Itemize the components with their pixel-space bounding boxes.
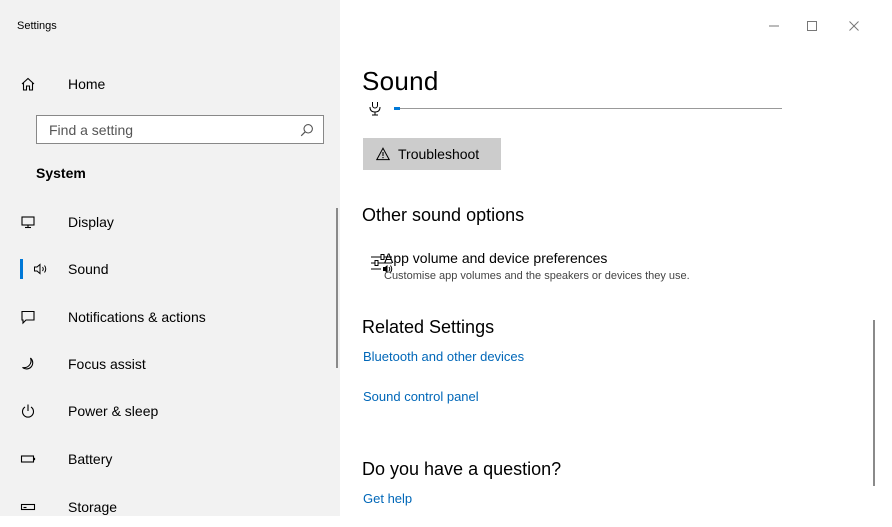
related-settings-heading: Related Settings (362, 317, 495, 337)
active-indicator (20, 259, 23, 279)
sidebar-item-power-sleep[interactable]: Power & sleep (0, 391, 330, 431)
notification-icon (19, 308, 37, 326)
search-input[interactable] (37, 116, 287, 143)
sidebar-item-sound[interactable]: Sound (0, 249, 330, 289)
sidebar-item-label: Battery (68, 451, 113, 467)
sidebar-item-label: Power & sleep (68, 403, 159, 419)
sidebar-scrollbar[interactable] (336, 208, 338, 368)
bluetooth-devices-link[interactable]: Bluetooth and other devices (363, 349, 524, 364)
battery-icon (19, 450, 37, 468)
search-field[interactable] (36, 115, 324, 144)
sidebar-item-label: Display (68, 214, 114, 230)
sidebar-item-focus-assist[interactable]: Focus assist (0, 344, 330, 384)
warning-icon (376, 147, 390, 161)
sidebar-item-label: Storage (68, 499, 118, 515)
sidebar-item-storage[interactable]: Storage (0, 487, 330, 527)
sound-control-panel-link[interactable]: Sound control panel (363, 389, 479, 404)
minimize-button[interactable] (766, 18, 782, 34)
storage-icon (19, 498, 37, 516)
sidebar-item-label: Home (68, 76, 106, 92)
monitor-icon (19, 213, 37, 231)
minimize-icon (769, 25, 779, 27)
page-title: Sound (362, 66, 439, 96)
sidebar-item-home[interactable]: Home (0, 66, 340, 102)
sidebar-item-label: Focus assist (68, 356, 146, 372)
maximize-button[interactable] (804, 18, 820, 34)
sidebar-item-display[interactable]: Display (0, 202, 330, 242)
question-heading: Do you have a question? (362, 459, 562, 479)
section-title: System (36, 165, 86, 181)
troubleshoot-label: Troubleshoot (398, 146, 480, 162)
microphone-level-track (394, 108, 782, 109)
app-volume-title: App volume and device preferences (384, 250, 608, 266)
speaker-icon (32, 260, 50, 278)
power-icon (19, 402, 37, 420)
microphone-level-row (368, 102, 788, 118)
search-icon[interactable] (300, 123, 314, 137)
microphone-level-fill (394, 107, 400, 110)
get-help-link[interactable]: Get help (363, 491, 412, 506)
close-button[interactable] (846, 18, 862, 34)
main-scrollbar[interactable] (873, 320, 875, 486)
app-volume-preferences-link[interactable]: App volume and device preferences Custom… (370, 249, 790, 289)
sidebar-item-notifications[interactable]: Notifications & actions (0, 297, 330, 337)
moon-icon (19, 355, 37, 373)
troubleshoot-button[interactable]: Troubleshoot (363, 138, 501, 170)
close-icon (849, 21, 859, 31)
sidebar: Settings Home System Display Sound Not (0, 0, 340, 516)
app-title: Settings (17, 20, 57, 32)
sidebar-item-label: Notifications & actions (68, 309, 206, 325)
maximize-icon (807, 21, 817, 31)
home-icon (19, 75, 37, 93)
app-volume-description: Customise app volumes and the speakers o… (384, 270, 690, 282)
sidebar-item-battery[interactable]: Battery (0, 439, 330, 479)
sidebar-item-label: Sound (68, 261, 109, 277)
microphone-icon (369, 102, 381, 116)
other-sound-options-heading: Other sound options (362, 205, 525, 225)
